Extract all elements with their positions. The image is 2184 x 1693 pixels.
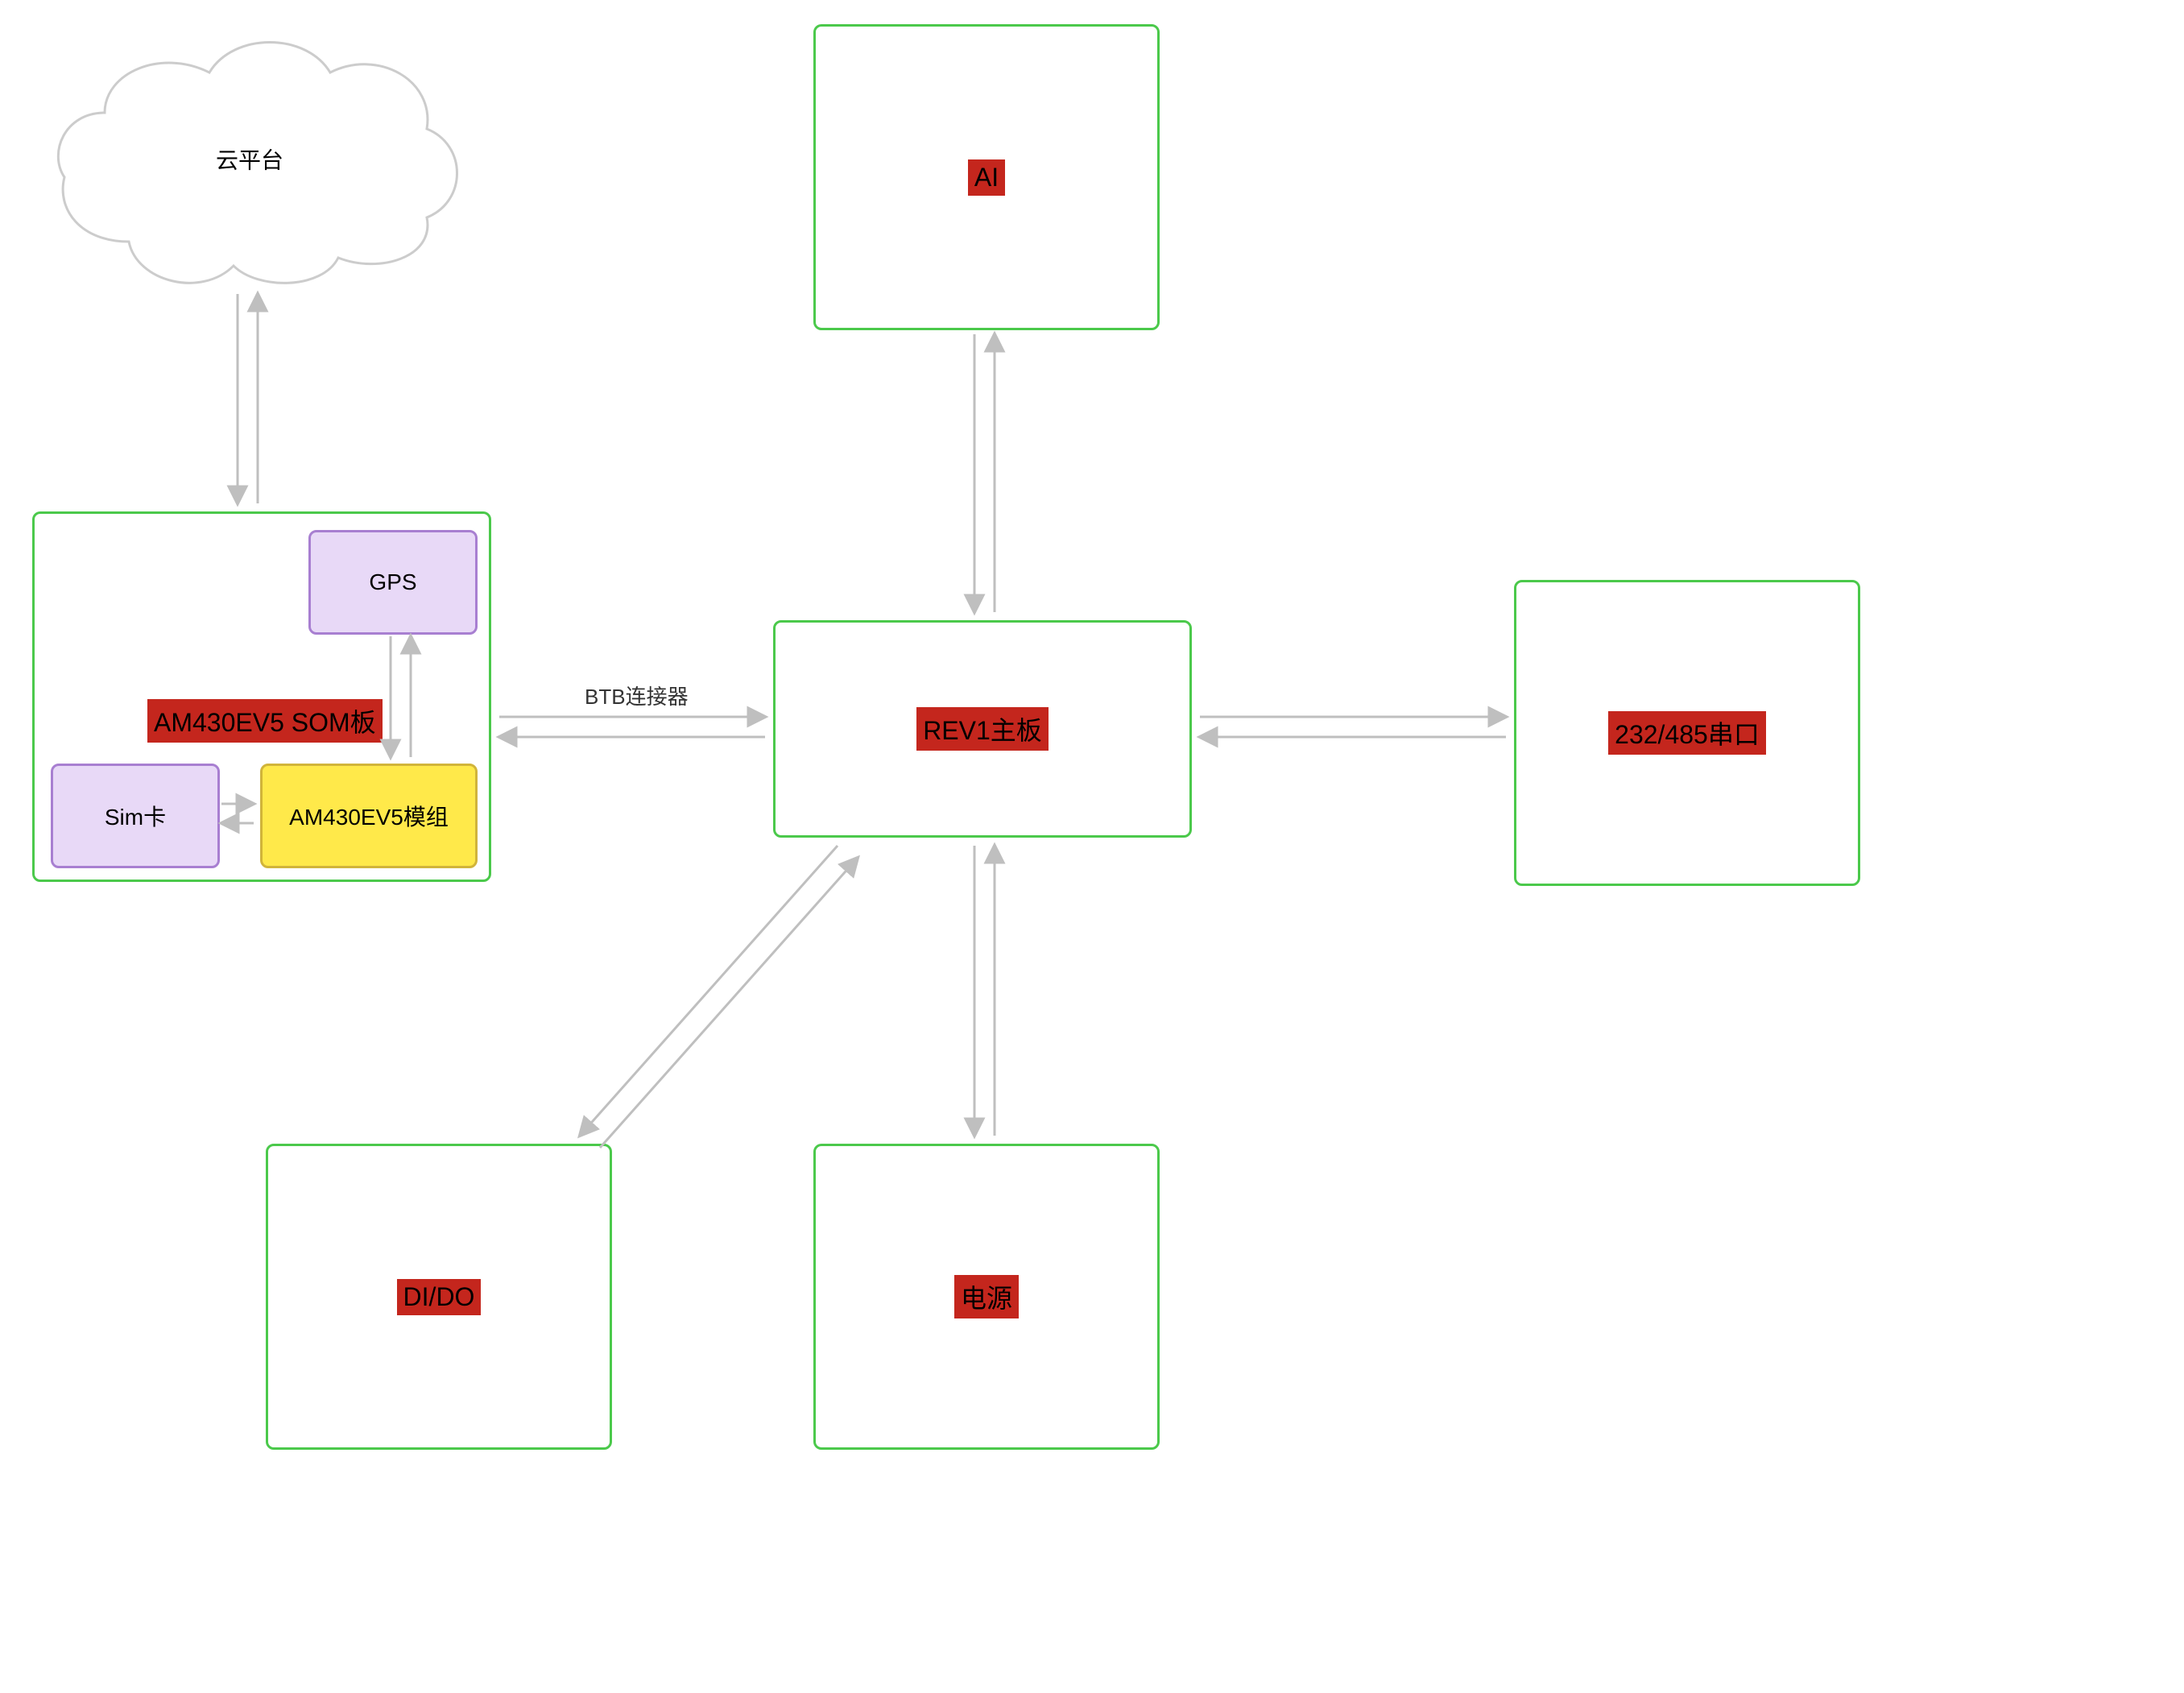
module-label: AM430EV5模组 (283, 797, 455, 835)
gps-node: GPS (308, 530, 478, 635)
power-label: 电源 (954, 1275, 1019, 1318)
cloud-node: 云平台 (32, 16, 467, 306)
gps-label: GPS (362, 566, 423, 598)
serial-node: 232/485串口 (1514, 580, 1860, 886)
ai-node: AI (813, 24, 1160, 330)
btb-edge-label: BTB连接器 (580, 681, 693, 710)
serial-label: 232/485串口 (1608, 711, 1766, 755)
sim-node: Sim卡 (51, 764, 220, 868)
module-node: AM430EV5模组 (260, 764, 478, 868)
arrow-dido-to-rev1 (600, 858, 858, 1148)
sim-label: Sim卡 (98, 797, 172, 835)
cloud-label: 云平台 (209, 140, 290, 179)
arrow-rev1-to-dido (580, 846, 838, 1136)
som-board-node: AM430EV5 SOM板 GPS Sim卡 AM430EV5模组 (32, 511, 491, 882)
dido-node: DI/DO (266, 1144, 612, 1450)
rev1-label: REV1主板 (916, 707, 1049, 751)
rev1-node: REV1主板 (773, 620, 1192, 838)
dido-label: DI/DO (397, 1279, 482, 1315)
power-node: 电源 (813, 1144, 1160, 1450)
som-board-label: AM430EV5 SOM板 (147, 699, 383, 743)
ai-label: AI (968, 159, 1005, 196)
